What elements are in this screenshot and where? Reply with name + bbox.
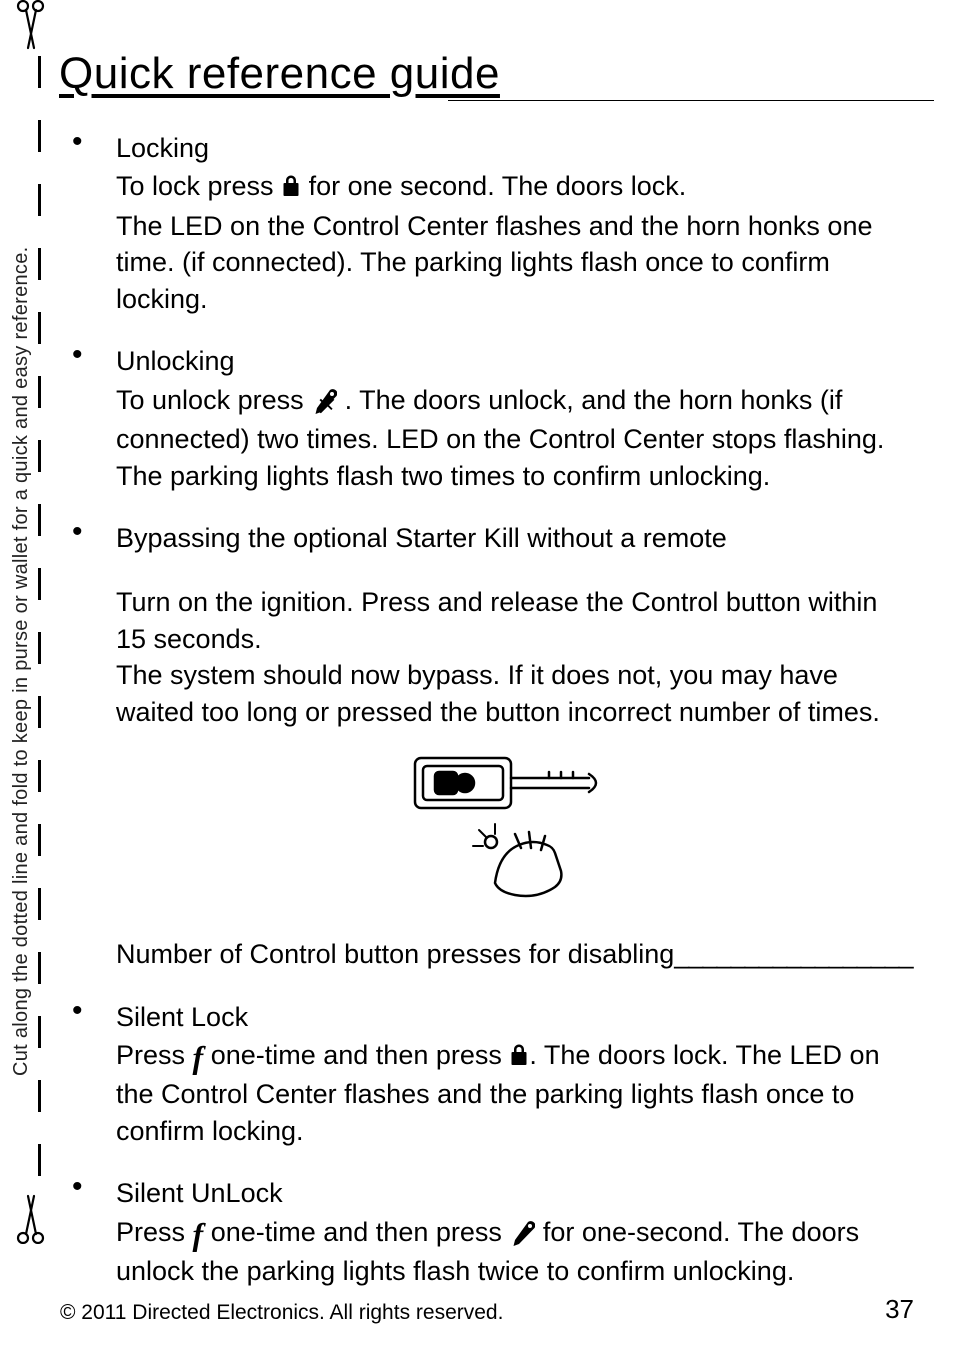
scissors-icon — [14, 1192, 50, 1249]
function-f-icon: f — [193, 1048, 204, 1067]
page-title: Quick reference guide — [59, 49, 500, 99]
item-body: To unlock press . The doors unlock, and … — [116, 382, 914, 494]
list-item-bypass: Bypassing the optional Starter Kill with… — [60, 520, 914, 973]
cut-instruction-text: Cut along the dotted line and fold to ke… — [10, 246, 33, 1076]
text: for one second. The doors lock. — [309, 171, 687, 201]
copyright-text: © 2011 Directed Electronics. All rights … — [60, 1301, 503, 1325]
item-body: Turn on the ignition. Press and release … — [116, 584, 914, 730]
item-body: Press f one-time and then press for one-… — [116, 1214, 914, 1290]
lock-icon — [281, 171, 301, 207]
page-footer: © 2011 Directed Electronics. All rights … — [60, 1294, 914, 1325]
item-title: Bypassing the optional Starter Kill with… — [116, 520, 914, 556]
text: To lock press — [116, 171, 281, 201]
text: Number of Control button presses for dis… — [116, 939, 674, 969]
title-divider — [448, 100, 934, 101]
caption-line: Number of Control button presses for dis… — [116, 936, 914, 972]
item-body: Press f one-time and then press . The do… — [116, 1037, 914, 1149]
text: one-time and then press — [211, 1040, 510, 1070]
lock-icon — [509, 1040, 529, 1076]
list-item-silent-unlock: Silent UnLock Press f one-time and then … — [60, 1175, 914, 1289]
text: one-time and then press — [211, 1217, 510, 1247]
scissors-icon — [14, 0, 50, 57]
item-body: To lock press for one second. The doors … — [116, 168, 914, 317]
item-title: Locking — [116, 130, 914, 166]
page-number: 37 — [885, 1294, 914, 1325]
function-f-icon: f — [193, 1225, 204, 1244]
list-item-silent-lock: Silent Lock Press f one-time and then pr… — [60, 999, 914, 1150]
list-item-locking: Locking To lock press for one second. Th… — [60, 130, 914, 317]
cut-line-dashes — [38, 56, 42, 1208]
text: Press — [116, 1217, 193, 1247]
text: The LED on the Control Center flashes an… — [116, 211, 872, 314]
text: Press — [116, 1040, 193, 1070]
list-item-unlocking: Unlocking To unlock press . The doors un… — [60, 343, 914, 494]
item-title: Unlocking — [116, 343, 914, 379]
item-title: Silent UnLock — [116, 1175, 914, 1211]
blank-fill-line: _________________ — [674, 939, 912, 969]
unlock-icon — [509, 1217, 535, 1253]
text: The system should now bypass. If it does… — [116, 660, 880, 726]
text: To unlock press — [116, 385, 311, 415]
content-area: Locking To lock press for one second. Th… — [60, 130, 914, 1316]
item-title: Silent Lock — [116, 999, 914, 1035]
text: Turn on the ignition. Press and release … — [116, 587, 877, 653]
ignition-key-illustration — [116, 748, 914, 918]
unlock-icon — [311, 385, 337, 421]
